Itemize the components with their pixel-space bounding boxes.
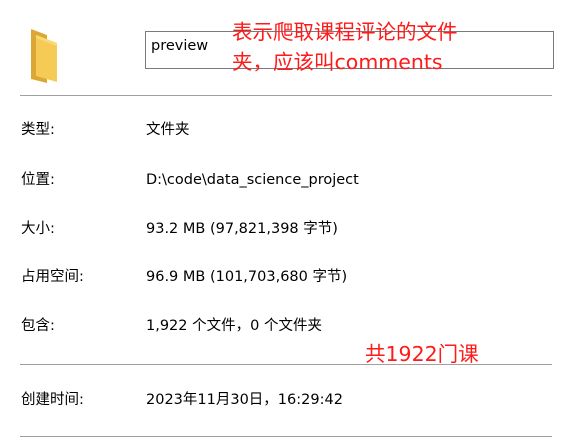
size-label: 大小: bbox=[21, 221, 55, 237]
name-annotation-line2: 夹，应该叫comments bbox=[232, 50, 443, 74]
location-value[interactable]: D:\code\data_science_project bbox=[146, 173, 359, 188]
size-on-disk-label: 占用空间: bbox=[21, 269, 84, 285]
name-annotation-line1: 表示爬取课程评论的文件 bbox=[232, 20, 458, 44]
created-value[interactable]: 2023年11月30日，16:29:42 bbox=[146, 393, 343, 408]
type-value[interactable]: 文件夹 bbox=[146, 123, 190, 138]
contains-label: 包含: bbox=[21, 318, 55, 334]
type-label: 类型: bbox=[21, 122, 55, 138]
count-annotation: 共1922门课 bbox=[365, 342, 479, 366]
divider bbox=[20, 364, 552, 365]
size-on-disk-value[interactable]: 96.9 MB (101,703,680 字节) bbox=[146, 270, 347, 285]
created-label: 创建时间: bbox=[21, 392, 84, 408]
folder-properties-panel: preview 表示爬取课程评论的文件 夹，应该叫comments 类型: 文件… bbox=[0, 0, 570, 438]
divider bbox=[20, 436, 552, 437]
divider bbox=[20, 95, 552, 96]
size-value[interactable]: 93.2 MB (97,821,398 字节) bbox=[146, 222, 338, 237]
folder-icon bbox=[31, 29, 57, 83]
contains-value[interactable]: 1,922 个文件，0 个文件夹 bbox=[146, 319, 322, 334]
location-label: 位置: bbox=[21, 172, 55, 188]
